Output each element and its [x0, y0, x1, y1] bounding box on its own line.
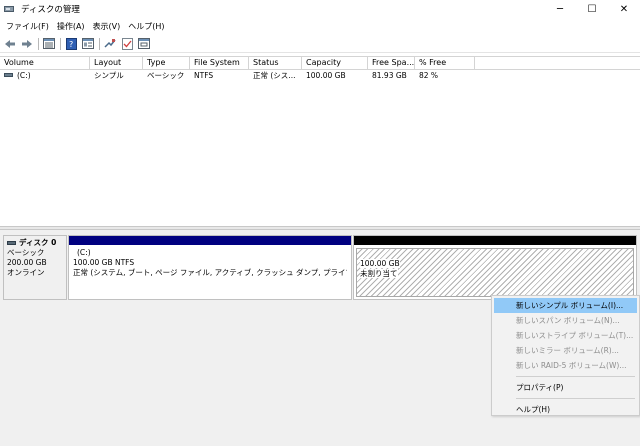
check-icon[interactable] [120, 37, 134, 51]
disk-management-icon [3, 3, 15, 15]
toolbar: ? [0, 35, 640, 53]
cell-type: ベーシック [147, 71, 185, 80]
disk-icon [7, 241, 16, 245]
unallocated-label: 未割り当て [360, 269, 398, 278]
menu-new-simple-volume[interactable]: 新しいシンプル ボリューム(I)... [494, 298, 637, 313]
partition-c-bar [69, 236, 351, 245]
connect-icon[interactable] [103, 37, 117, 51]
back-arrow-icon[interactable] [3, 37, 17, 51]
menu-new-striped-volume: 新しいストライプ ボリューム(T)... [516, 331, 634, 340]
menu-help[interactable]: ヘルプ(H) [124, 21, 168, 32]
partition-unallocated-body: 100.00 GB 未割り当て [356, 248, 634, 297]
partition-unallocated-bar [354, 236, 636, 245]
cell-status: 正常 (シス... [253, 71, 296, 80]
context-menu: 新しいシンプル ボリューム(I)... 新しいスパン ボリューム(N)... 新… [491, 295, 640, 416]
menu-new-spanned-volume: 新しいスパン ボリューム(N)... [516, 316, 620, 325]
menu-view[interactable]: 表示(V) [89, 21, 125, 32]
help-book-icon[interactable]: ? [64, 37, 78, 51]
toolbar-separator [60, 37, 61, 50]
menu-separator [516, 398, 635, 399]
svg-text:?: ? [69, 40, 73, 49]
window-controls: ─ ☐ ✕ [544, 0, 640, 18]
menu-new-raid5-volume: 新しい RAID-5 ボリューム(W)... [516, 361, 627, 370]
menu-help-item[interactable]: ヘルプ(H) [494, 402, 637, 417]
volume-list-header: Volume Layout Type File System Status Ca… [0, 57, 640, 70]
column-volume[interactable]: Volume [0, 57, 90, 70]
forward-arrow-icon[interactable] [20, 37, 34, 51]
partition-c-size: 100.00 GB NTFS [73, 258, 135, 267]
partition-c-status: 正常 (システム, ブート, ページ ファイル, アクティブ, クラッシュ ダン… [73, 268, 347, 277]
window-title: ディスクの管理 [21, 5, 80, 15]
volume-name: (C:) [17, 71, 31, 80]
volume-list: Volume Layout Type File System Status Ca… [0, 56, 640, 226]
table-row[interactable]: (C:) シンプル ベーシック NTFS 正常 (シス... 100.00 GB… [0, 70, 640, 82]
column-type[interactable]: Type [143, 57, 190, 70]
partition-c[interactable]: (C:) 100.00 GB NTFS 正常 (システム, ブート, ページ フ… [68, 235, 352, 300]
disk-name-row: ディスク 0 [7, 238, 63, 248]
menu-properties[interactable]: プロパティ(P) [494, 380, 637, 395]
cell-percent-free: 82 % [419, 71, 439, 80]
menu-file[interactable]: ファイル(F) [2, 21, 53, 32]
disk-name: ディスク 0 [19, 238, 57, 247]
settings-window-icon[interactable] [137, 37, 151, 51]
column-layout[interactable]: Layout [90, 57, 143, 70]
toolbar-separator [99, 37, 100, 50]
unallocated-size: 100.00 GB [360, 259, 400, 268]
menu-bar: ファイル(F) 操作(A) 表示(V) ヘルプ(H) [0, 19, 640, 34]
cell-capacity: 100.00 GB [306, 71, 346, 80]
cell-file-system: NTFS [194, 71, 214, 80]
properties-icon[interactable] [81, 37, 95, 51]
column-free-space[interactable]: Free Spa... [368, 57, 415, 70]
minimize-button[interactable]: ─ [544, 0, 576, 18]
column-percent-free[interactable]: % Free [415, 57, 475, 70]
column-file-system[interactable]: File System [190, 57, 249, 70]
menu-new-mirrored-volume: 新しいミラー ボリューム(R)... [516, 346, 619, 355]
partition-unallocated[interactable]: 100.00 GB 未割り当て [353, 235, 637, 300]
close-button[interactable]: ✕ [608, 0, 640, 18]
disk-size: 200.00 GB [7, 258, 47, 267]
cell-volume: (C:) [0, 70, 90, 82]
toolbar-separator [38, 37, 39, 50]
list-view-icon[interactable] [42, 37, 56, 51]
partition-c-label: (C:) [77, 248, 91, 257]
menu-separator [516, 376, 635, 377]
partition-c-body: (C:) 100.00 GB NTFS 正常 (システム, ブート, ページ フ… [69, 245, 351, 281]
disk-state: オンライン [7, 268, 45, 277]
title-bar: ディスクの管理 ─ ☐ ✕ [0, 0, 640, 18]
column-status[interactable]: Status [249, 57, 302, 70]
disk-info[interactable]: ディスク 0 ベーシック 200.00 GB オンライン [3, 235, 67, 300]
menu-action[interactable]: 操作(A) [53, 21, 89, 32]
maximize-button[interactable]: ☐ [576, 0, 608, 18]
volume-icon [4, 73, 13, 77]
cell-free-space: 81.93 GB [372, 71, 407, 80]
cell-layout: シンプル [94, 71, 124, 80]
column-capacity[interactable]: Capacity [302, 57, 368, 70]
disk-type: ベーシック [7, 248, 45, 257]
